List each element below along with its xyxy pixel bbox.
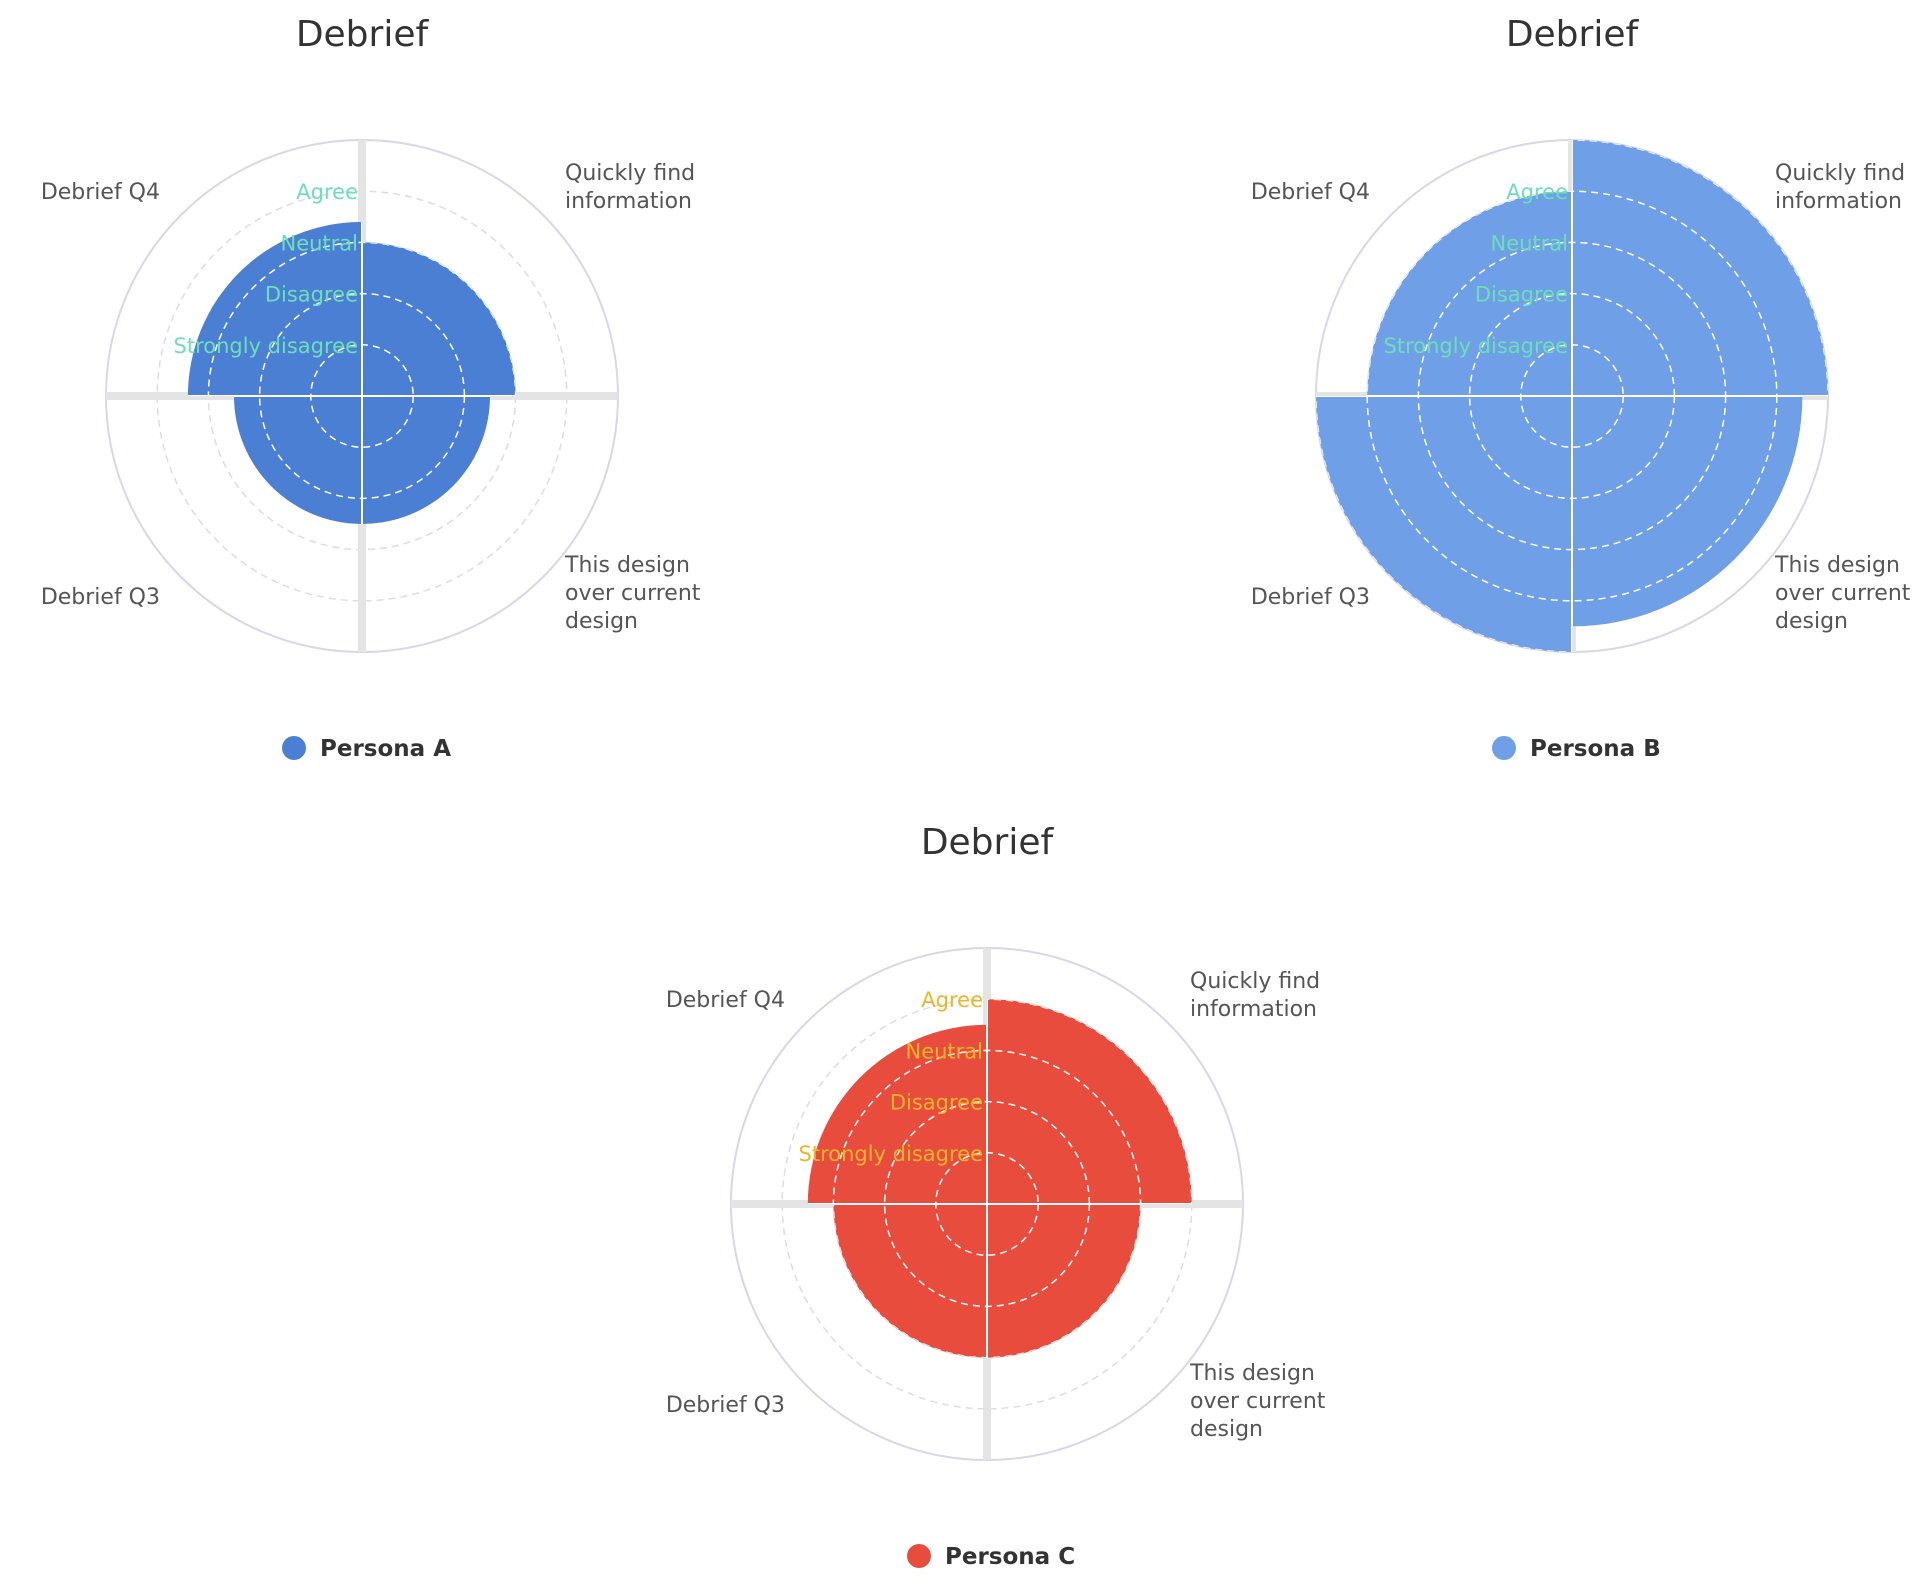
radial-level-label: Disagree: [1475, 283, 1568, 307]
category-label-line: Debrief Q4: [41, 180, 160, 205]
chart-title: Debrief: [921, 822, 1055, 863]
category-label: Debrief Q3: [666, 1393, 785, 1418]
category-label-line: Debrief Q4: [1251, 180, 1370, 205]
polar-bar[interactable]: [987, 999, 1192, 1204]
category-label-line: Debrief Q4: [666, 988, 785, 1013]
radial-level-label: Neutral: [1490, 231, 1568, 255]
radial-level-label: Agree: [921, 988, 983, 1012]
category-label: Debrief Q4: [1251, 180, 1370, 205]
category-label: Quickly find information: [565, 161, 695, 214]
category-label-line: information: [1190, 997, 1317, 1022]
polar-chart-svg: Debrief Strongly disagree Disagree Neutral A…: [666, 822, 1326, 1570]
radial-level-label: Strongly disagree: [174, 334, 358, 358]
category-label-line: Quickly find: [1190, 969, 1320, 994]
radial-level-label: Neutral: [280, 231, 358, 255]
category-label: This design over current design: [1774, 553, 1911, 634]
category-label: Debrief Q3: [41, 585, 160, 610]
radial-level-label: Neutral: [905, 1039, 983, 1063]
radial-level-label: Disagree: [890, 1091, 983, 1115]
polar-bar[interactable]: [987, 1204, 1141, 1358]
polar-chart-svg: Debrief Strongly disagree Disagree Neutral A…: [1251, 14, 1911, 762]
category-label: This design over current design: [564, 553, 701, 634]
chart-persona-b: Debrief Strongly disagree Disagree Neutral A…: [1210, 0, 1916, 780]
category-label-line: Quickly find: [1775, 161, 1905, 186]
category-label-line: This design: [1189, 1361, 1315, 1386]
category-label-line: Debrief Q3: [41, 585, 160, 610]
radial-level-label: Agree: [296, 180, 358, 204]
category-label-line: information: [1775, 189, 1902, 214]
category-label: Debrief Q4: [41, 180, 160, 205]
category-label-line: This design: [564, 553, 690, 578]
radial-level-label: Strongly disagree: [799, 1142, 983, 1166]
polar-bar[interactable]: [1316, 396, 1572, 652]
category-label-line: Quickly find: [565, 161, 695, 186]
radial-level-label: Agree: [1506, 180, 1568, 204]
category-label-line: design: [1190, 1417, 1263, 1442]
legend-marker[interactable]: [282, 736, 306, 760]
category-label-line: Debrief Q3: [666, 1393, 785, 1418]
chart-title: Debrief: [296, 14, 430, 55]
category-label: Quickly find information: [1190, 969, 1320, 1022]
category-label-line: over current: [1775, 581, 1911, 606]
legend-label[interactable]: Persona A: [320, 736, 451, 762]
legend-label[interactable]: Persona C: [945, 1544, 1075, 1570]
polar-chart-svg: Debrief Strongly disagree Disagree Neutral A…: [41, 14, 701, 762]
polar-bar[interactable]: [362, 242, 516, 396]
radial-level-label: Strongly disagree: [1384, 334, 1568, 358]
category-label: This design over current design: [1189, 1361, 1326, 1442]
legend-marker[interactable]: [1492, 736, 1516, 760]
category-label-line: over current: [565, 581, 701, 606]
chart-persona-c: Debrief Strongly disagree Disagree Neutral A…: [625, 808, 1345, 1588]
polar-bar[interactable]: [833, 1204, 987, 1358]
category-label-line: over current: [1190, 1389, 1326, 1414]
category-label-line: design: [1775, 609, 1848, 634]
legend-marker[interactable]: [907, 1544, 931, 1568]
chart-title: Debrief: [1506, 14, 1640, 55]
radial-level-label: Disagree: [265, 283, 358, 307]
polar-bar[interactable]: [1572, 396, 1803, 627]
category-label-line: information: [565, 189, 692, 214]
category-label: Debrief Q4: [666, 988, 785, 1013]
category-label: Debrief Q3: [1251, 585, 1370, 610]
legend-label[interactable]: Persona B: [1530, 736, 1661, 762]
chart-persona-a: Debrief Strongly disagree Disagree Neutral A…: [0, 0, 720, 780]
category-label: Quickly find information: [1775, 161, 1905, 214]
category-label-line: This design: [1774, 553, 1900, 578]
category-label-line: Debrief Q3: [1251, 585, 1370, 610]
category-label-line: design: [565, 609, 638, 634]
